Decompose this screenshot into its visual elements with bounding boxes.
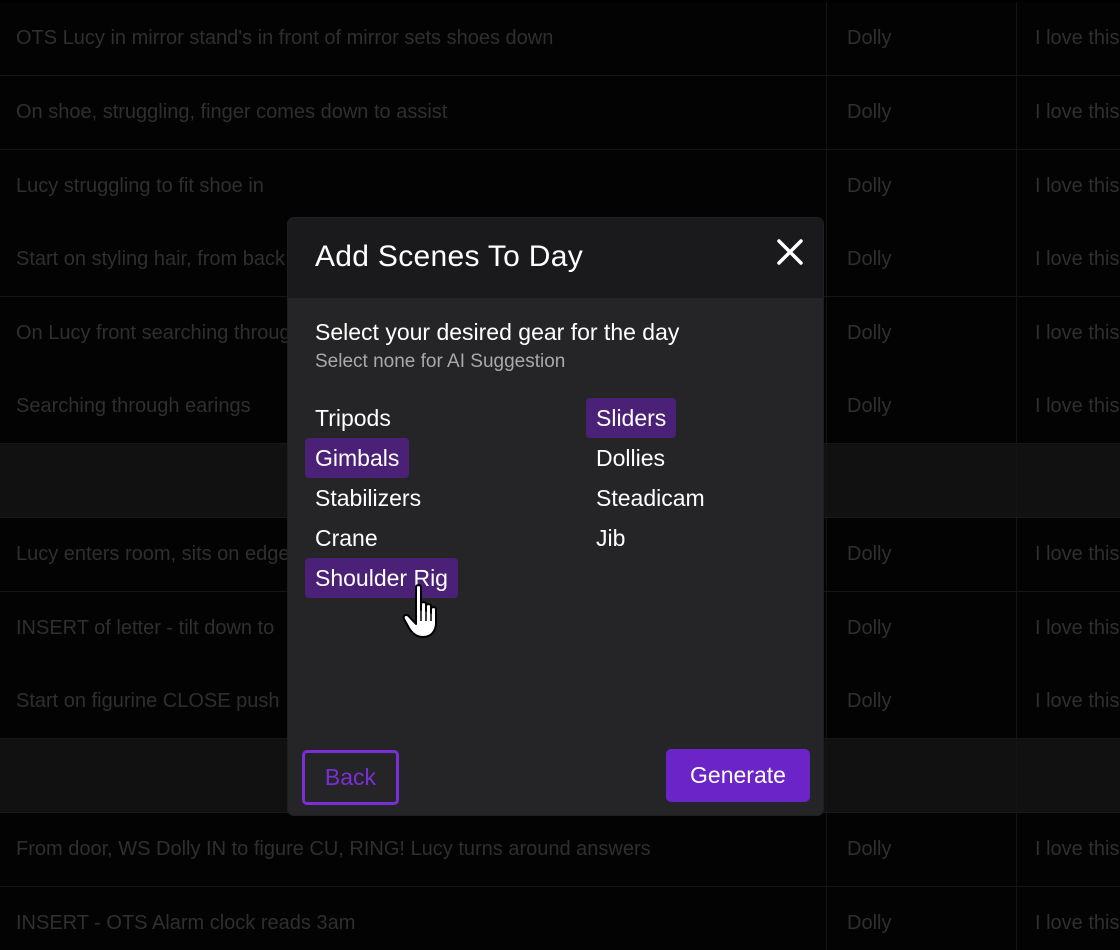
- table-row: INSERT - OTS Alarm clock reads 3am Dolly I…: [0, 887, 1120, 950]
- close-icon: [777, 239, 803, 265]
- gear-hint: Select none for AI Suggestion: [315, 351, 566, 372]
- scene-gear-cell: Dolly: [826, 297, 1016, 370]
- gear-option-jib[interactable]: Jib: [586, 518, 635, 558]
- scene-gear-cell: [826, 444, 1016, 517]
- scene-gear-cell: Dolly: [826, 2, 1016, 75]
- gear-option-gimbals[interactable]: Gimbals: [305, 438, 410, 478]
- gear-option-sliders[interactable]: Sliders: [586, 398, 677, 438]
- gear-option-stabilizers[interactable]: Stabilizers: [305, 478, 431, 518]
- scene-description-cell: OTS Lucy in mirror stand's in front of m…: [16, 27, 554, 49]
- scene-gear-cell: [826, 739, 1016, 812]
- scene-note-cell: I love this: [1016, 2, 1120, 75]
- gear-option-tripods[interactable]: Tripods: [305, 398, 401, 438]
- scene-note-cell: I love this: [1016, 813, 1120, 886]
- scene-description-cell: On shoe, struggling, finger comes down t…: [16, 101, 448, 123]
- scene-gear-cell: Dolly: [826, 76, 1016, 149]
- scene-note-cell: I love this: [1016, 297, 1120, 370]
- scene-note-cell: I love this: [1016, 370, 1120, 443]
- scene-note-cell: I love this: [1016, 518, 1120, 591]
- gear-option-steadicam[interactable]: Steadicam: [586, 478, 715, 518]
- modal-title: Add Scenes To Day: [315, 240, 584, 273]
- table-row: Lucy struggling to fit shoe in Dolly I lov…: [0, 150, 1120, 224]
- scene-gear-cell: Dolly: [826, 887, 1016, 950]
- scene-note-cell: [1016, 739, 1120, 812]
- scene-gear-cell: Dolly: [826, 150, 1016, 223]
- scene-note-cell: I love this: [1016, 887, 1120, 950]
- table-row: From door, WS Dolly IN to figure CU, RIN…: [0, 813, 1120, 887]
- scene-description-cell: From door, WS Dolly IN to figure CU, RIN…: [16, 838, 651, 860]
- close-button[interactable]: [774, 236, 806, 268]
- generate-button[interactable]: Generate: [666, 749, 810, 802]
- scene-gear-cell: Dolly: [826, 223, 1016, 296]
- scene-gear-cell: Dolly: [826, 665, 1016, 738]
- scene-description-cell: INSERT - OTS Alarm clock reads 3am: [16, 912, 356, 934]
- scene-note-cell: I love this: [1016, 223, 1120, 296]
- table-row: OTS Lucy in mirror stand's in front of m…: [0, 2, 1120, 76]
- scene-gear-cell: Dolly: [826, 518, 1016, 591]
- hand-pointer-icon: [402, 584, 437, 638]
- add-scenes-modal: Add Scenes To Day Select your desired ge…: [288, 218, 823, 815]
- table-row: On shoe, struggling, finger comes down t…: [0, 76, 1120, 150]
- scene-gear-cell: Dolly: [826, 813, 1016, 886]
- scene-note-cell: I love this: [1016, 76, 1120, 149]
- back-button[interactable]: Back: [302, 750, 399, 805]
- gear-option-crane[interactable]: Crane: [305, 518, 388, 558]
- scene-description-cell: Lucy struggling to fit shoe in: [16, 175, 264, 197]
- scene-gear-cell: Dolly: [826, 592, 1016, 665]
- gear-prompt: Select your desired gear for the day: [315, 319, 680, 345]
- gear-option-dollies[interactable]: Dollies: [586, 438, 675, 478]
- modal-header: Add Scenes To Day: [288, 218, 823, 298]
- scene-note-cell: [1016, 444, 1120, 517]
- scene-gear-cell: Dolly: [826, 370, 1016, 443]
- scene-note-cell: I love this: [1016, 150, 1120, 223]
- scene-note-cell: I love this: [1016, 592, 1120, 665]
- scene-note-cell: I love this: [1016, 665, 1120, 738]
